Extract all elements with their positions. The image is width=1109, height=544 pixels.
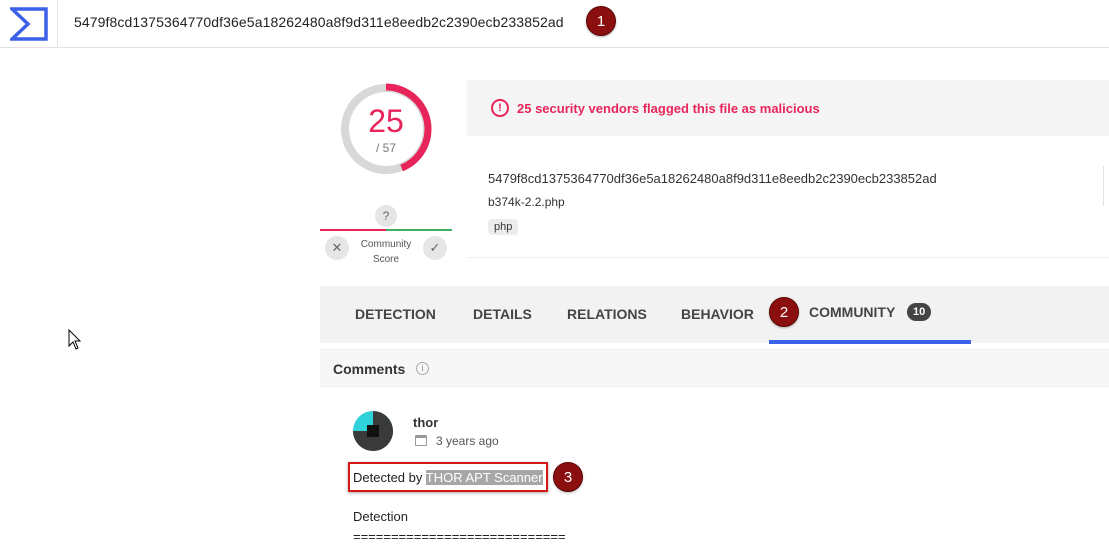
annotation-marker-1: 1 [586, 6, 616, 36]
info-icon[interactable]: i [416, 362, 429, 375]
avatar[interactable] [353, 411, 393, 451]
thor-avatar-icon [353, 411, 393, 451]
question-icon: ? [375, 205, 397, 227]
vote-malicious-button[interactable]: ✕ [325, 236, 349, 260]
top-bar: 5479f8cd1375364770df36e5a18262480a8f9d31… [0, 0, 1109, 48]
tab-community[interactable]: COMMUNITY [809, 304, 895, 320]
logo-icon [10, 7, 48, 41]
malicious-alert: ! 25 security vendors flagged this file … [467, 80, 1109, 136]
annotation-marker-3: 3 [553, 462, 583, 492]
comment-body-heading: Detection [353, 509, 408, 524]
file-tag[interactable]: php [488, 219, 519, 235]
file-hash: 5479f8cd1375364770df36e5a18262480a8f9d31… [488, 171, 937, 186]
annotation-marker-2: 2 [769, 297, 799, 327]
tab-behavior[interactable]: BEHAVIOR [681, 306, 754, 322]
community-bar-harmless [386, 229, 452, 231]
active-tab-indicator [769, 340, 971, 344]
tab-detection[interactable]: DETECTION [355, 306, 436, 322]
detected-prefix: Detected by [353, 470, 426, 485]
total-engines: / 57 [375, 141, 396, 155]
community-score-label: Community Score [360, 239, 412, 265]
tab-details[interactable]: DETAILS [473, 306, 532, 322]
scanner-name-selected: THOR APT Scanner [425, 470, 543, 485]
file-name: b374k-2.2.php [488, 195, 565, 209]
comments-header: Comments i [320, 349, 1109, 387]
alert-text: 25 security vendors flagged this file as… [517, 101, 820, 116]
calendar-icon [415, 435, 427, 446]
file-info: 5479f8cd1375364770df36e5a18262480a8f9d31… [467, 136, 1109, 258]
community-score: ? ✕ Community Score ✓ [320, 205, 452, 265]
community-count-badge: 10 [907, 303, 932, 321]
comment-author[interactable]: thor [413, 415, 438, 430]
comment-time: 3 years ago [436, 434, 499, 448]
vote-harmless-button[interactable]: ✓ [423, 236, 447, 260]
divider [1103, 166, 1104, 206]
detection-score-ring: 25 / 57 [336, 79, 436, 179]
community-bar-malicious [320, 229, 386, 231]
virustotal-logo[interactable] [0, 0, 58, 48]
comments-title: Comments [333, 361, 406, 377]
detections-count: 25 [368, 103, 404, 139]
comment-body-rule: ============================ [353, 529, 566, 544]
comment-detected-line: Detected by THOR APT Scanner [353, 470, 543, 485]
alert-icon: ! [491, 99, 509, 117]
tab-relations[interactable]: RELATIONS [567, 306, 647, 322]
report-tabs: DETECTION DETAILS RELATIONS BEHAVIOR COM… [320, 286, 1109, 344]
mouse-cursor-icon [68, 328, 82, 356]
search-input[interactable]: 5479f8cd1375364770df36e5a18262480a8f9d31… [74, 14, 564, 30]
